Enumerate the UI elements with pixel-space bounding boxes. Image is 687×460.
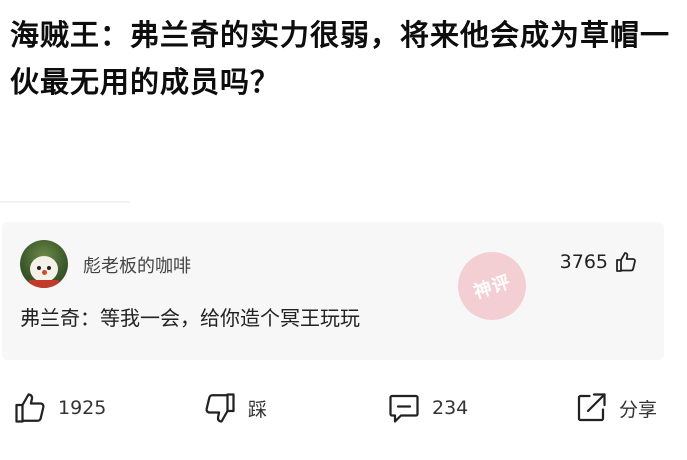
dislike-button[interactable]: 踩 — [202, 390, 267, 426]
avatar-eye — [47, 266, 51, 270]
dislike-label: 踩 — [248, 398, 268, 421]
divider — [0, 201, 130, 203]
post-title: 海贼王：弗兰奇的实力很弱，将来他会成为草帽一伙最无用的成员吗？ — [10, 18, 671, 99]
comment-icon — [386, 390, 422, 426]
thumbs-down-icon — [202, 390, 238, 426]
comment-count: 234 — [432, 397, 469, 419]
avatar-eye — [37, 266, 41, 270]
like-count: 1925 — [58, 397, 107, 419]
share-label: 分享 — [619, 398, 658, 421]
avatar-face — [30, 256, 58, 282]
comment-like-button[interactable]: 3765 — [560, 250, 638, 274]
avatar[interactable] — [20, 240, 68, 288]
hot-comment-stamp: 神评 — [449, 243, 535, 329]
thumbs-up-icon — [12, 390, 48, 426]
comment-text: 弗兰奇：等我一会，给你造个冥王玩玩 — [20, 306, 360, 330]
comment-like-count: 3765 — [559, 251, 608, 273]
share-icon — [573, 390, 609, 426]
avatar-scarf — [28, 280, 60, 288]
avatar-nose — [42, 270, 47, 275]
top-comment-card[interactable]: 彪老板的咖啡 神评 3765 弗兰奇：等我一会，给你造个冥王玩玩 — [2, 222, 664, 360]
thumbs-up-icon — [614, 250, 638, 274]
stamp-label: 神评 — [471, 271, 514, 304]
post-action-bar: 1925 踩 234 分享 — [0, 390, 687, 434]
comment-username[interactable]: 彪老板的咖啡 — [83, 252, 191, 278]
share-button[interactable]: 分享 — [573, 390, 657, 426]
comment-button[interactable]: 234 — [386, 390, 468, 426]
like-button[interactable]: 1925 — [12, 390, 106, 426]
